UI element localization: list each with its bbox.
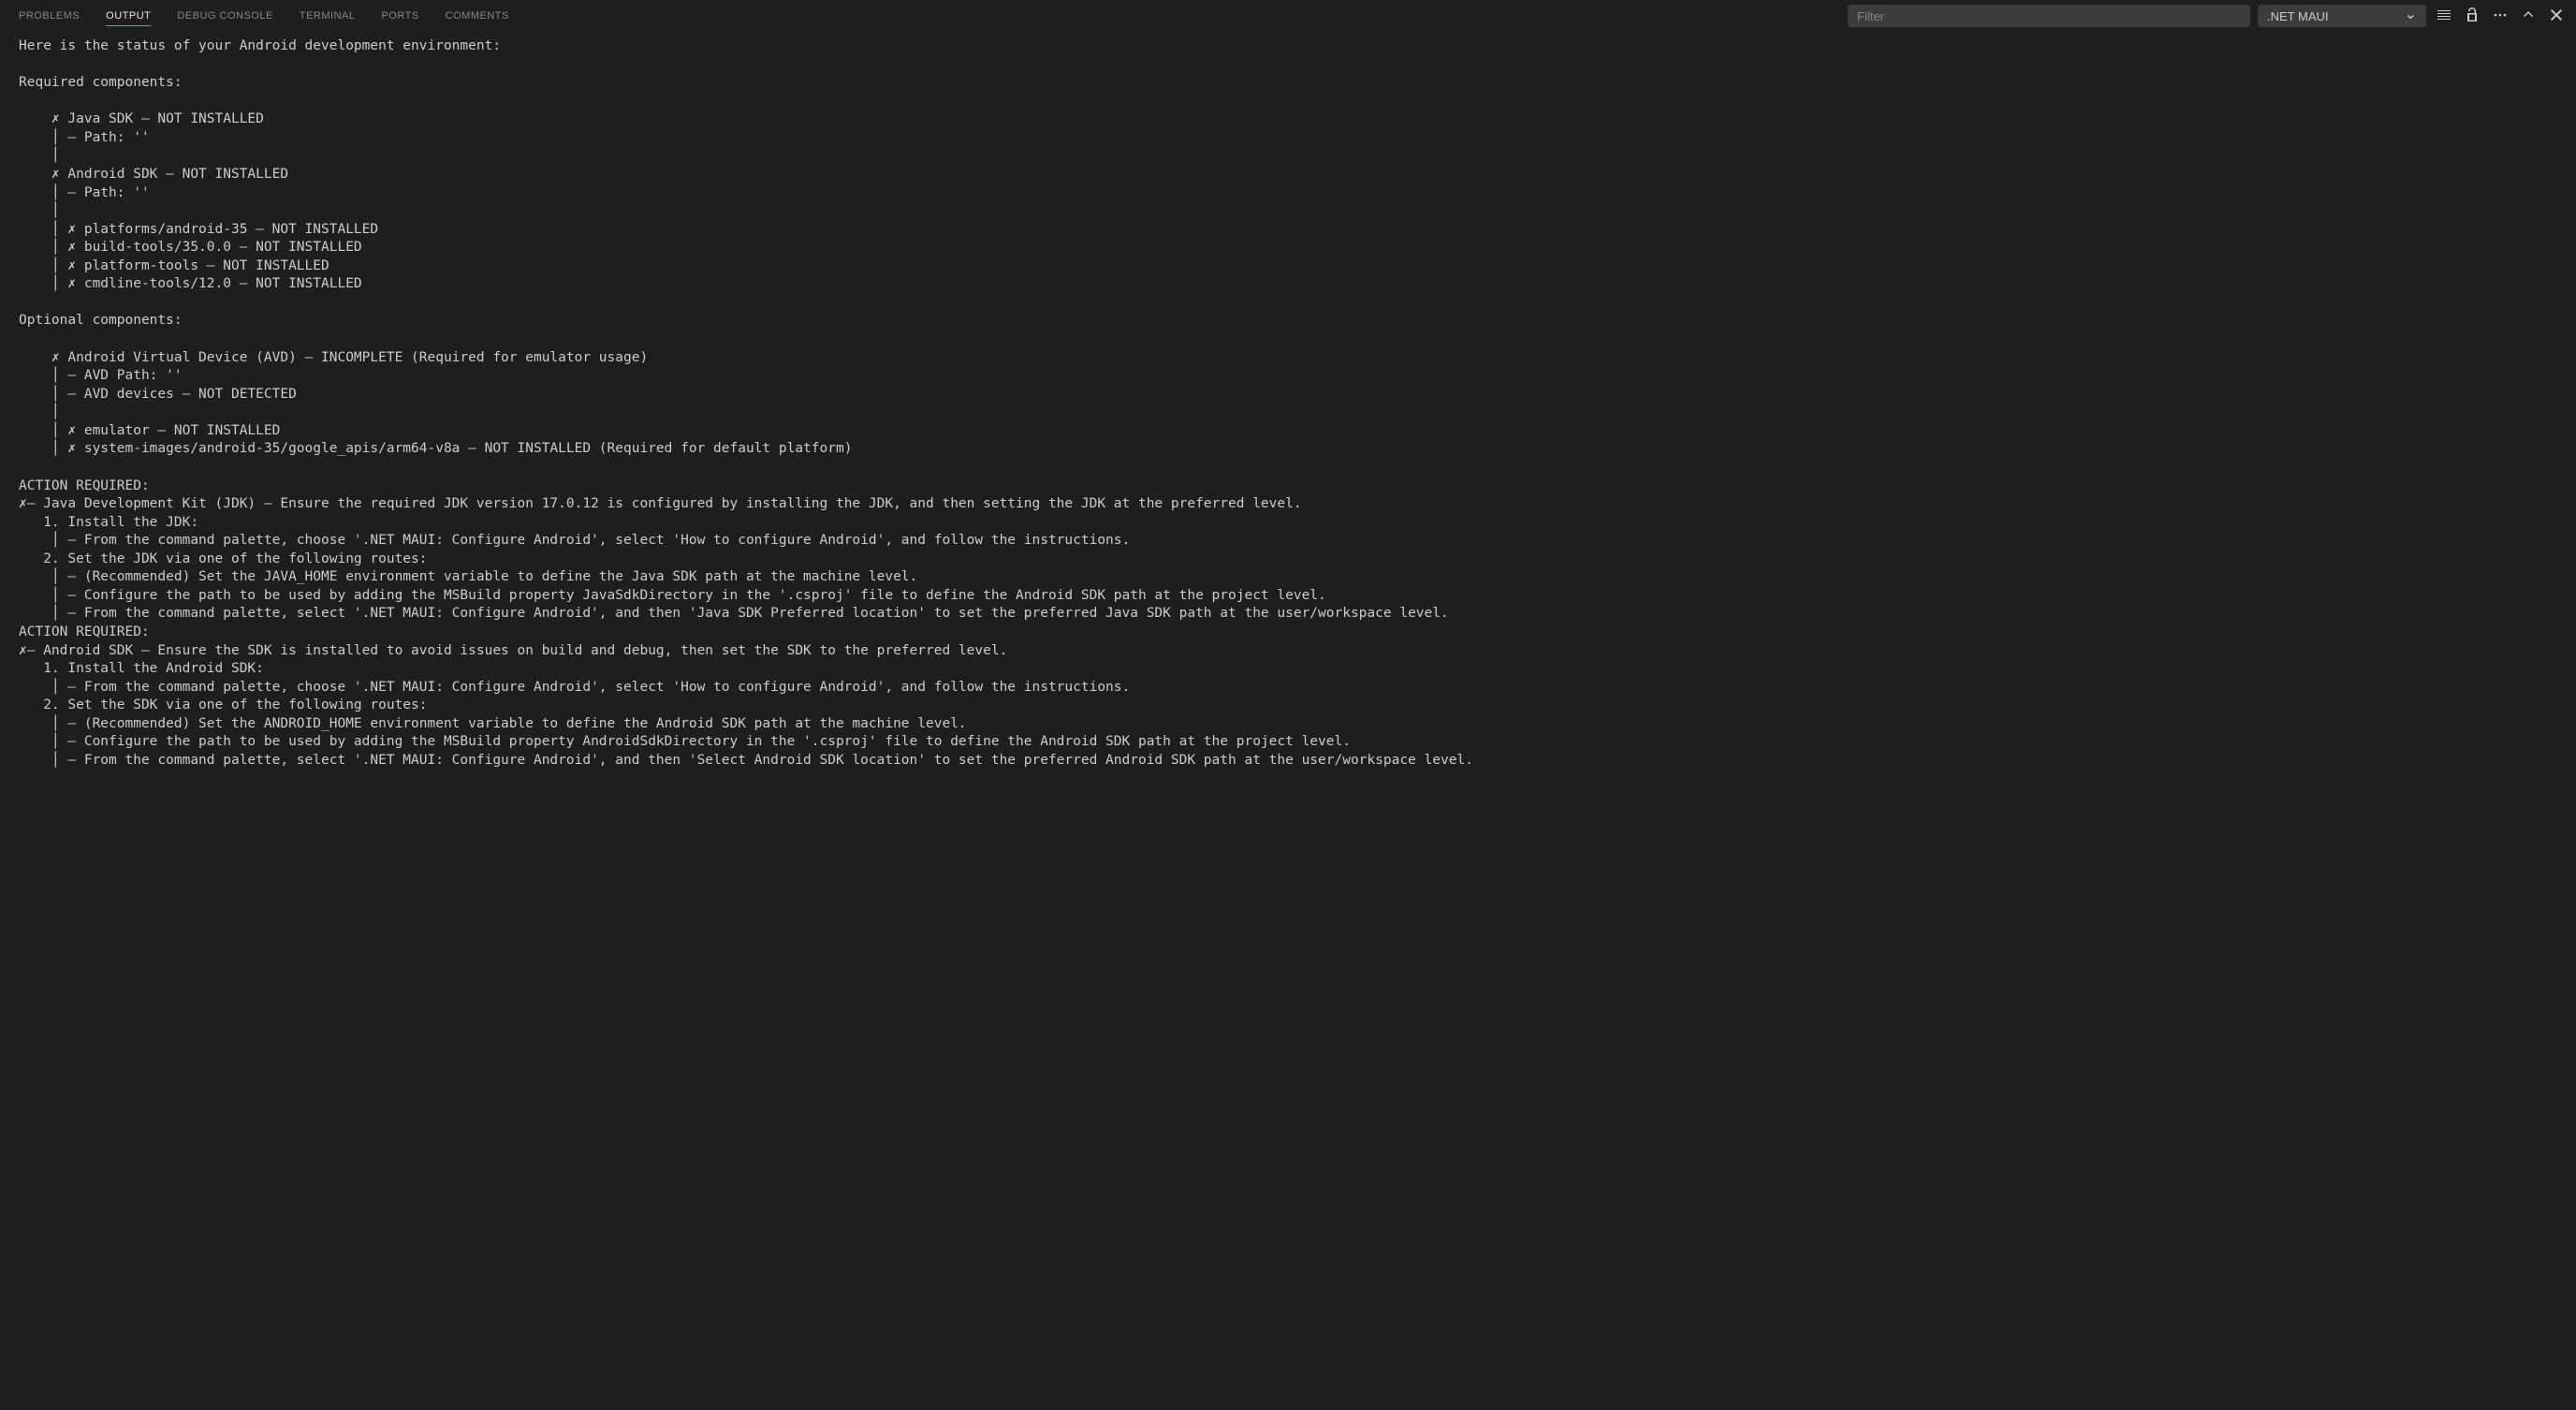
- header-actions: .NET MAUI: [1848, 5, 2567, 27]
- maximize-panel-button[interactable]: [2518, 6, 2539, 26]
- tab-output[interactable]: OUTPUT: [106, 7, 151, 26]
- lock-scroll-button[interactable]: [2462, 6, 2482, 26]
- close-icon: [2549, 7, 2564, 25]
- panel-tabs: PROBLEMS OUTPUT DEBUG CONSOLE TERMINAL P…: [19, 7, 509, 26]
- tab-problems[interactable]: PROBLEMS: [19, 7, 80, 26]
- more-actions-button[interactable]: [2490, 6, 2510, 26]
- channel-select-wrapper: .NET MAUI: [2258, 5, 2426, 27]
- ellipsis-icon: [2493, 7, 2508, 25]
- tab-comments[interactable]: COMMENTS: [446, 7, 509, 26]
- output-channel-select[interactable]: .NET MAUI: [2258, 5, 2426, 27]
- clear-icon: [2437, 7, 2452, 25]
- lock-open-icon: [2465, 7, 2480, 25]
- output-content[interactable]: Here is the status of your Android devel…: [0, 33, 2576, 1410]
- close-panel-button[interactable]: [2546, 6, 2567, 26]
- tab-debug-console[interactable]: DEBUG CONSOLE: [177, 7, 272, 26]
- panel-header: PROBLEMS OUTPUT DEBUG CONSOLE TERMINAL P…: [0, 0, 2576, 33]
- chevron-up-icon: [2521, 7, 2536, 25]
- tab-ports[interactable]: PORTS: [381, 7, 418, 26]
- filter-input[interactable]: [1848, 5, 2250, 27]
- clear-output-button[interactable]: [2434, 6, 2454, 26]
- tab-terminal[interactable]: TERMINAL: [300, 7, 356, 26]
